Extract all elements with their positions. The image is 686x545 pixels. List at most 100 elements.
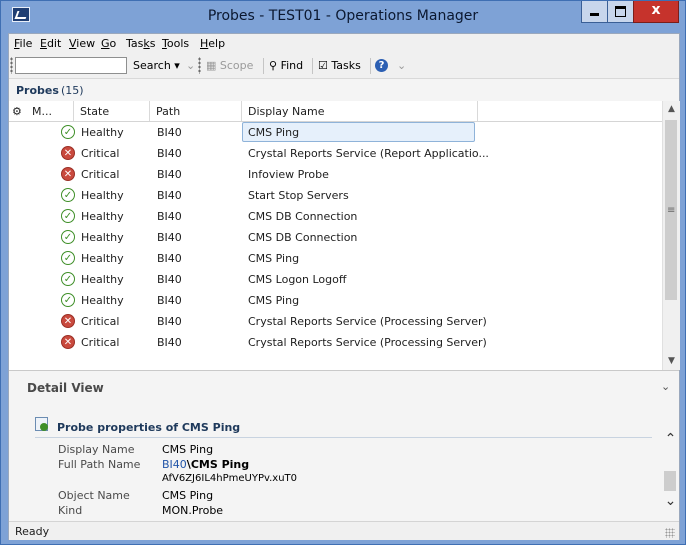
critical-icon: ✕ [61, 146, 75, 160]
display-name-text: Start Stop Servers [248, 189, 349, 202]
display-name-text: Crystal Reports Service (Processing Serv… [248, 336, 487, 349]
path-cell: BI40 [157, 147, 182, 160]
table-row[interactable]: ✕ Critical BI40 Crystal Reports Service (Re… [9, 143, 662, 164]
display-name-text: CMS Ping [248, 252, 300, 265]
table-row[interactable]: ✕ Critical BI40 Crystal Reports Service (Pr… [9, 311, 662, 332]
state-cell: Critical [81, 336, 120, 349]
toolbar-grip-2[interactable] [198, 57, 201, 74]
table-row[interactable]: ✓ Healthy BI40 CMS Ping [9, 290, 662, 311]
menu-view[interactable]: View [69, 37, 95, 50]
scroll-up-icon[interactable]: ▲ [663, 104, 680, 114]
table-row[interactable]: ✕ Critical BI40 Infoview Probe [9, 164, 662, 185]
tasks-button[interactable]: ☑ Tasks [318, 59, 361, 72]
search-button[interactable]: Search ▾ [133, 59, 180, 72]
resize-grip[interactable] [665, 528, 675, 538]
col-state[interactable]: State [74, 101, 150, 121]
probe-properties-title: Probe properties of CMS Ping [57, 421, 241, 434]
display-name-text: CMS Ping [248, 294, 300, 307]
overflow-icon[interactable]: ⌄ [186, 59, 195, 72]
scroll-down-icon[interactable]: ▼ [663, 356, 680, 366]
table-row[interactable]: ✓ Healthy BI40 CMS Ping [9, 122, 662, 143]
menu-help[interactable]: Help [200, 37, 225, 50]
probes-scrollbar[interactable]: ▲ ≡ ▼ [662, 101, 680, 370]
state-cell: Healthy [81, 126, 124, 139]
separator [370, 58, 371, 74]
status-bar: Ready [9, 521, 679, 540]
kind-label: Kind [58, 504, 83, 517]
help-icon[interactable]: ? [375, 59, 388, 72]
probes-grid: ✓ Healthy BI40 CMS Ping ✕ Critical BI40 Crystal… [9, 122, 662, 370]
path-cell: BI40 [157, 252, 182, 265]
detail-view: Detail View ⌄ Probe properties of CMS Pi… [9, 370, 679, 521]
healthy-icon: ✓ [61, 209, 75, 223]
path-cell: BI40 [157, 315, 182, 328]
toolbar-grip[interactable] [10, 57, 13, 74]
full-path-label: Full Path Name [58, 458, 141, 471]
state-cell: Healthy [81, 294, 124, 307]
scroll-thumb[interactable] [664, 471, 676, 491]
healthy-icon: ✓ [61, 272, 75, 286]
table-row[interactable]: ✕ Critical BI40 Crystal Reports Service (Pr… [9, 332, 662, 353]
overflow-icon[interactable]: ⌄ [397, 59, 406, 72]
col-display-name[interactable]: Display Name [242, 101, 478, 121]
app-window: Probes - TEST01 - Operations Manager x F… [0, 0, 686, 545]
critical-icon: ✕ [61, 335, 75, 349]
kind-value: MON.Probe [162, 504, 224, 517]
path-cell: BI40 [157, 294, 182, 307]
path-cell: BI40 [157, 210, 182, 223]
col-path-label: Path [156, 105, 181, 118]
table-row[interactable]: ✓ Healthy BI40 CMS DB Connection [9, 227, 662, 248]
maximize-button[interactable] [607, 1, 634, 23]
divider [35, 437, 652, 438]
probes-pane-header: Probes (15) [9, 79, 679, 102]
state-cell: Healthy [81, 252, 124, 265]
search-label: Search [133, 59, 171, 72]
state-cell: Healthy [81, 231, 124, 244]
display-name-text: Crystal Reports Service (Processing Serv… [248, 315, 487, 328]
healthy-icon: ✓ [61, 188, 75, 202]
find-button[interactable]: ⚲ Find [269, 59, 303, 72]
path-cell: BI40 [157, 126, 182, 139]
menu-go[interactable]: Go [101, 37, 116, 50]
scroll-up-icon[interactable]: ⌃ [662, 431, 679, 447]
search-input[interactable] [15, 57, 127, 74]
display-name-text: CMS DB Connection [248, 210, 358, 223]
chevron-down-icon[interactable]: ⌄ [661, 380, 670, 393]
full-path-value: BI40\CMS Ping [162, 458, 249, 471]
full-path-bold: CMS Ping [190, 458, 250, 471]
detail-scrollbar[interactable]: ⌃ ⌄ [662, 431, 679, 516]
close-button[interactable]: x [633, 1, 679, 23]
menu-tools[interactable]: Tools [162, 37, 189, 50]
scroll-down-icon[interactable]: ⌄ [662, 493, 679, 509]
find-label: Find [280, 59, 304, 72]
col-path[interactable]: Path [150, 101, 242, 121]
status-text: Ready [15, 525, 50, 538]
healthy-icon: ✓ [61, 251, 75, 265]
minimize-button[interactable] [581, 1, 608, 23]
full-path-id: AfV6ZJ6IL4hPmeUYPv.xuT0 [162, 473, 298, 484]
path-cell: BI40 [157, 336, 182, 349]
detail-view-title: Detail View [27, 381, 104, 395]
col-maintenance[interactable]: ⚙ M... [9, 101, 74, 121]
object-name-label: Object Name [58, 489, 130, 502]
scope-button[interactable]: ▦ Scope [206, 59, 253, 72]
path-cell: BI40 [157, 273, 182, 286]
table-row[interactable]: ✓ Healthy BI40 CMS Logon Logoff [9, 269, 662, 290]
menu-file[interactable]: File [14, 37, 32, 50]
separator [312, 58, 313, 74]
menu-tasks[interactable]: Tasks [126, 37, 155, 50]
full-path-link[interactable]: BI40 [162, 458, 187, 471]
display-name-value: CMS Ping [162, 443, 214, 456]
find-icon: ⚲ [269, 59, 278, 72]
scope-icon: ▦ [206, 59, 217, 72]
path-cell: BI40 [157, 168, 182, 181]
title-bar[interactable]: Probes - TEST01 - Operations Manager x [1, 1, 685, 33]
state-cell: Healthy [81, 273, 124, 286]
table-row[interactable]: ✓ Healthy BI40 CMS DB Connection [9, 206, 662, 227]
table-row[interactable]: ✓ Healthy BI40 CMS Ping [9, 248, 662, 269]
menu-bar: File Edit View Go Tasks Tools Help [9, 34, 679, 54]
menu-edit[interactable]: Edit [40, 37, 61, 50]
table-row[interactable]: ✓ Healthy BI40 Start Stop Servers [9, 185, 662, 206]
scope-label: Scope [219, 59, 254, 72]
display-name-label: Display Name [58, 443, 135, 456]
